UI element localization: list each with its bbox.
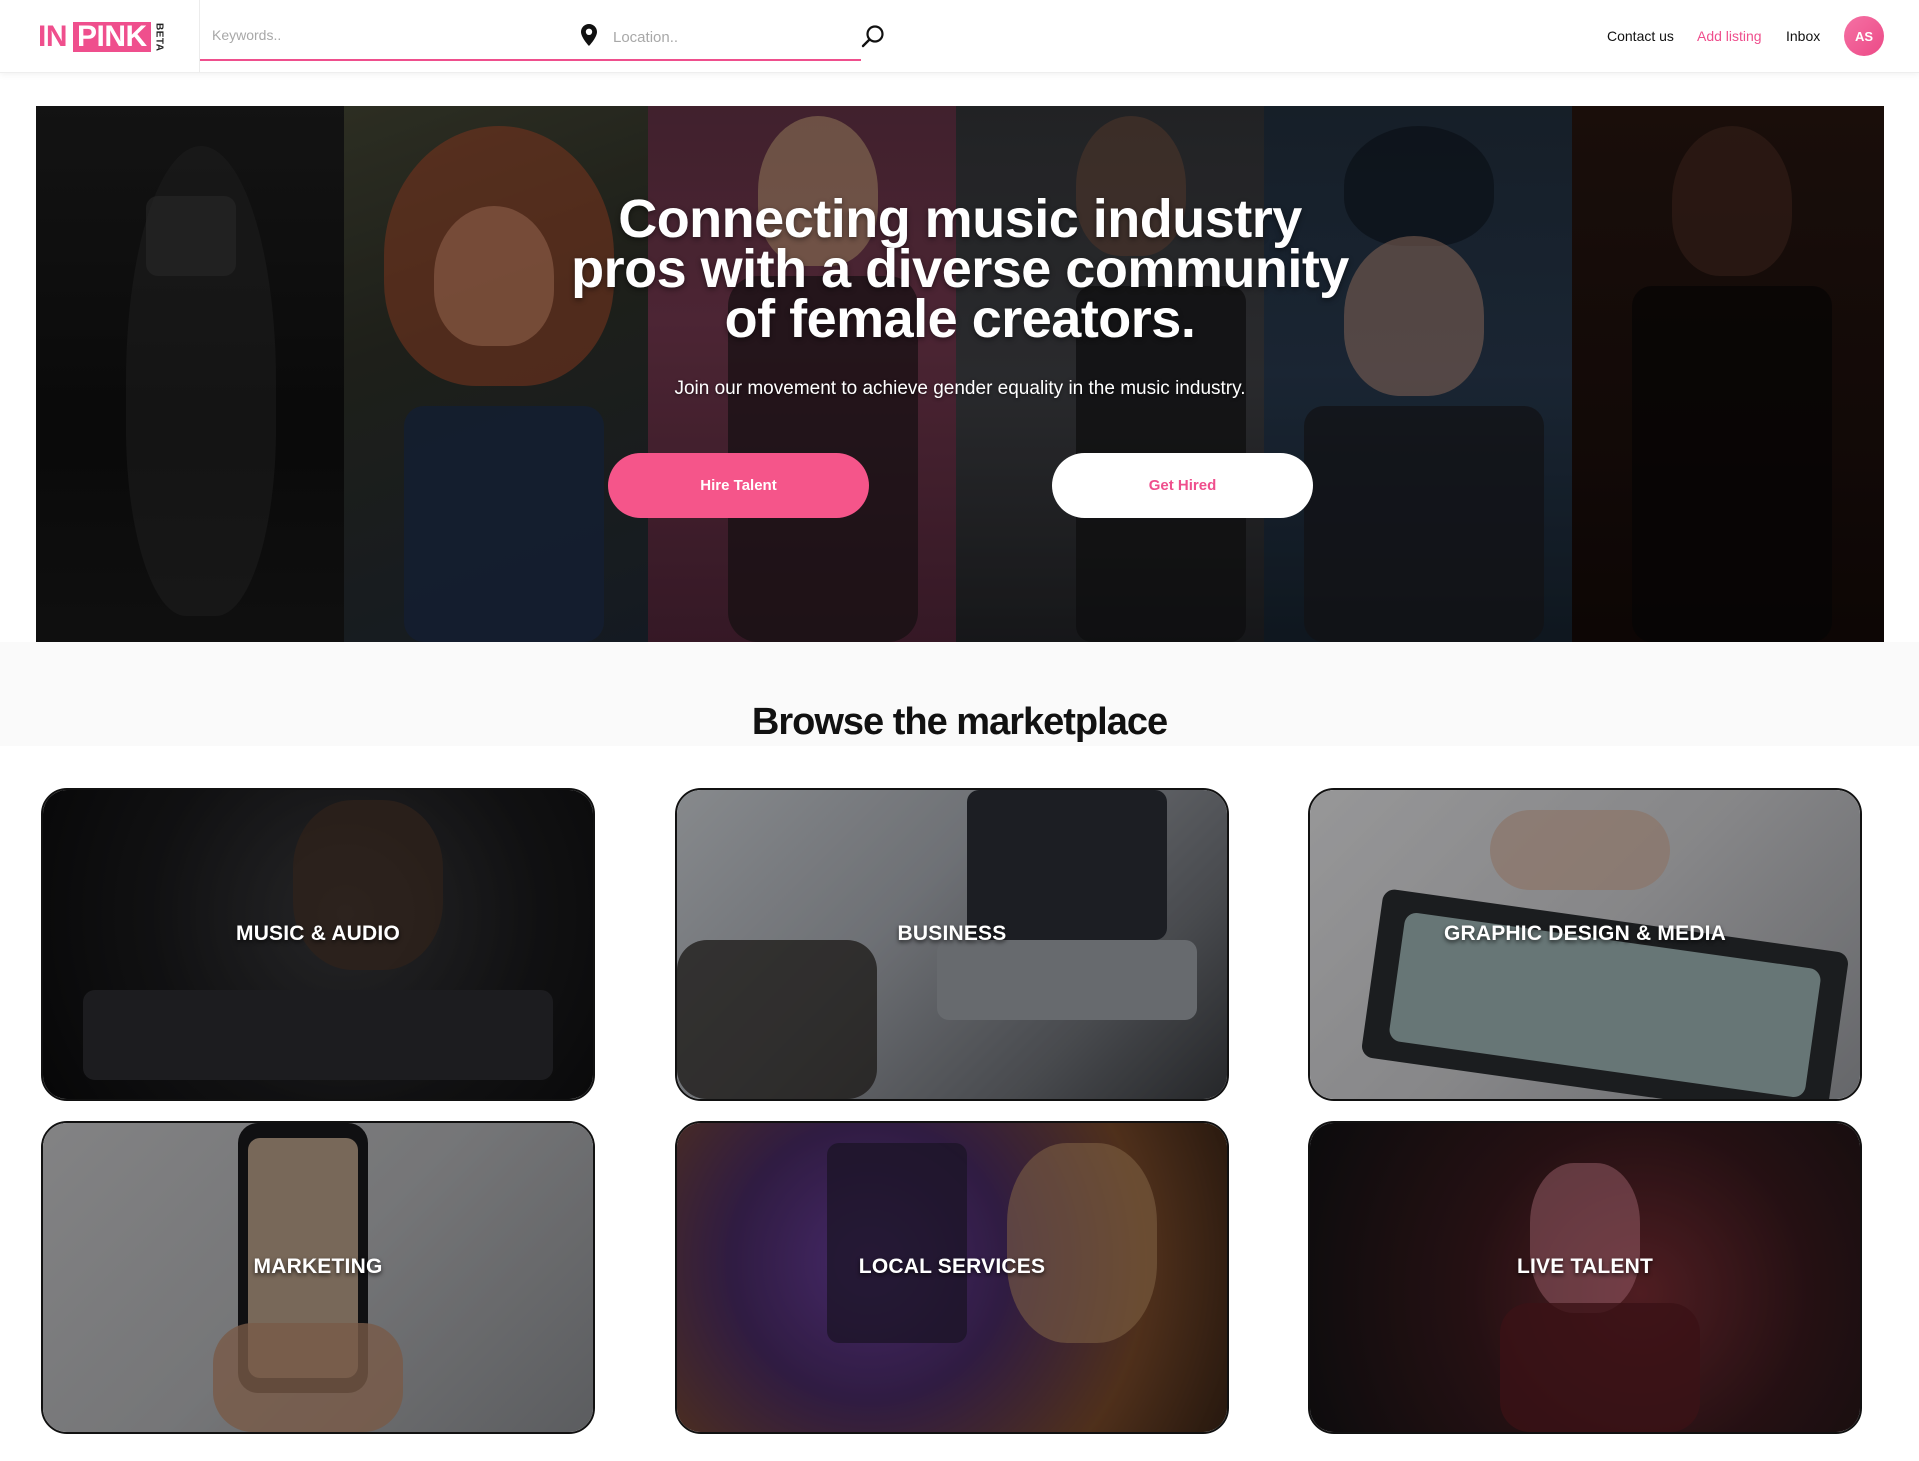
category-card-graphic-design-media[interactable]: GRAPHIC DESIGN & MEDIA — [1308, 788, 1862, 1101]
nav-contact-us-link[interactable]: Contact us — [1607, 27, 1674, 45]
inpink-logo[interactable]: IN PINK BETA — [38, 20, 165, 54]
hire-talent-button[interactable]: Hire Talent — [608, 453, 869, 518]
category-card-business[interactable]: BUSINESS — [675, 788, 1229, 1101]
category-card-live-talent[interactable]: LIVE TALENT — [1308, 1121, 1862, 1434]
keywords-search-input[interactable] — [210, 20, 574, 50]
browse-marketplace-heading: Browse the marketplace — [751, 701, 1168, 743]
category-label: MARKETING — [253, 1255, 383, 1278]
map-pin-icon — [581, 24, 597, 46]
hero-banner: Connecting music industry pros with a di… — [36, 106, 1884, 642]
hero-headline-line-3: of female creators. — [724, 289, 1196, 349]
category-card-music-audio[interactable]: MUSIC & AUDIO — [41, 788, 595, 1101]
logo-in-text: IN — [38, 20, 68, 53]
category-label: MUSIC & AUDIO — [236, 922, 400, 945]
search-bar — [200, 0, 884, 61]
category-label: LOCAL SERVICES — [858, 1255, 1046, 1278]
hero-headline-line-2: pros with a diverse community — [571, 239, 1349, 299]
category-card-local-services[interactable]: LOCAL SERVICES — [675, 1121, 1229, 1434]
category-label: GRAPHIC DESIGN & MEDIA — [1443, 922, 1727, 945]
location-search-input[interactable] — [611, 22, 835, 52]
get-hired-button[interactable]: Get Hired — [1052, 453, 1313, 518]
search-icon[interactable] — [860, 23, 886, 49]
user-avatar[interactable]: AS — [1844, 16, 1884, 56]
logo-beta-badge: BETA — [153, 22, 165, 52]
logo-pink-text: PINK — [73, 22, 151, 52]
hero-headline-line-1: Connecting music industry — [618, 189, 1302, 249]
nav-add-listing-link[interactable]: Add listing — [1697, 27, 1762, 45]
top-navigation-bar: IN PINK BETA Contact us Add listing Inbo… — [0, 0, 1919, 73]
hero-headline: Connecting music industry pros with a di… — [460, 189, 1460, 349]
category-label: LIVE TALENT — [1517, 1255, 1653, 1278]
hero-dark-overlay — [36, 106, 1884, 642]
category-label: BUSINESS — [897, 922, 1007, 945]
nav-inbox-link[interactable]: Inbox — [1786, 27, 1820, 45]
hero-subtitle: Join our movement to achieve gender equa… — [674, 378, 1246, 399]
category-card-marketing[interactable]: MARKETING — [41, 1121, 595, 1434]
